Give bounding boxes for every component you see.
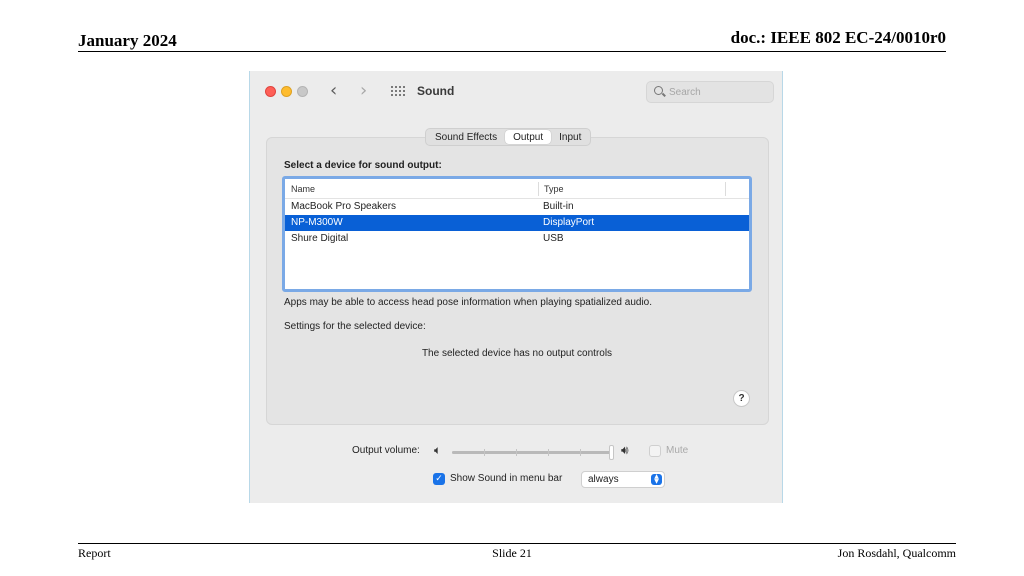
volume-fill: [452, 451, 612, 454]
header-rule: [78, 51, 946, 52]
no-controls-message: The selected device has no output contro…: [421, 348, 613, 359]
checkmark-icon[interactable]: ✓: [433, 473, 445, 485]
search-icon: [654, 86, 663, 95]
titlebar: ‹ › Sound: [250, 71, 782, 111]
device-name: NP-M300W: [291, 217, 343, 228]
footer-author: Jon Rosdahl, Qualcomm: [837, 546, 956, 560]
menu-bar-frequency-select[interactable]: always ▲ ▼: [581, 471, 665, 488]
tab-input[interactable]: Input: [551, 130, 589, 144]
window-title: Sound: [417, 84, 455, 98]
zoom-button[interactable]: [297, 86, 308, 97]
minimize-button[interactable]: [281, 86, 292, 97]
tab-sound-effects[interactable]: Sound Effects: [427, 130, 505, 144]
spatial-audio-note: Apps may be able to access head pose inf…: [284, 297, 653, 308]
slider-tick: [484, 449, 485, 456]
slider-tick: [516, 449, 517, 456]
volume-slider[interactable]: [452, 445, 614, 460]
table-row[interactable]: Shure Digital USB: [285, 231, 749, 247]
tab-output[interactable]: Output: [505, 130, 552, 144]
slider-tick: [548, 449, 549, 456]
slider-tick: [580, 449, 581, 456]
footer-rule: [78, 543, 956, 544]
device-type: DisplayPort: [543, 217, 595, 228]
column-divider: [725, 182, 726, 196]
mute-checkbox[interactable]: [649, 445, 661, 457]
device-name: Shure Digital: [291, 233, 349, 244]
segmented-tabs: Sound Effects Output Input: [425, 128, 592, 146]
chevron-right-icon[interactable]: ›: [360, 81, 367, 101]
device-type: Built-in: [543, 201, 574, 212]
column-divider: [538, 182, 539, 196]
settings-label: Settings for the selected device:: [284, 321, 426, 332]
search-input[interactable]: [669, 85, 769, 100]
output-volume-label: Output volume:: [352, 445, 420, 456]
device-heading: Select a device for sound output:: [284, 160, 442, 171]
mute-label: Mute: [666, 445, 689, 456]
device-table[interactable]: Name Type MacBook Pro Speakers Built-in …: [282, 176, 752, 292]
device-type: USB: [543, 233, 564, 244]
column-header-type[interactable]: Type: [544, 184, 564, 194]
device-name: MacBook Pro Speakers: [291, 201, 397, 212]
help-button[interactable]: ?: [733, 390, 750, 407]
chevron-left-icon[interactable]: ‹: [330, 81, 337, 101]
search-field[interactable]: [646, 81, 774, 103]
show-all-grid-icon[interactable]: [391, 86, 405, 98]
slide-date: January 2024: [78, 31, 177, 50]
table-header: Name Type: [285, 179, 749, 199]
up-down-chevron-icon: ▲ ▼: [651, 474, 662, 485]
table-row[interactable]: MacBook Pro Speakers Built-in: [285, 199, 749, 215]
show-in-menu-bar-label: Show Sound in menu bar: [450, 473, 563, 484]
table-row-selected[interactable]: NP-M300W DisplayPort: [285, 215, 749, 231]
volume-slider-knob[interactable]: [609, 445, 614, 460]
document-id: doc.: IEEE 802 EC-24/0010r0: [730, 28, 946, 47]
close-button[interactable]: [265, 86, 276, 97]
column-header-name[interactable]: Name: [291, 184, 315, 194]
sound-preferences-window: ‹ › Sound Sound Effects Output Input Sel…: [249, 71, 783, 503]
selected-option: always: [588, 474, 619, 485]
speaker-high-icon: 🔊︎: [621, 443, 629, 457]
speaker-low-icon: 🔈︎: [434, 443, 442, 457]
